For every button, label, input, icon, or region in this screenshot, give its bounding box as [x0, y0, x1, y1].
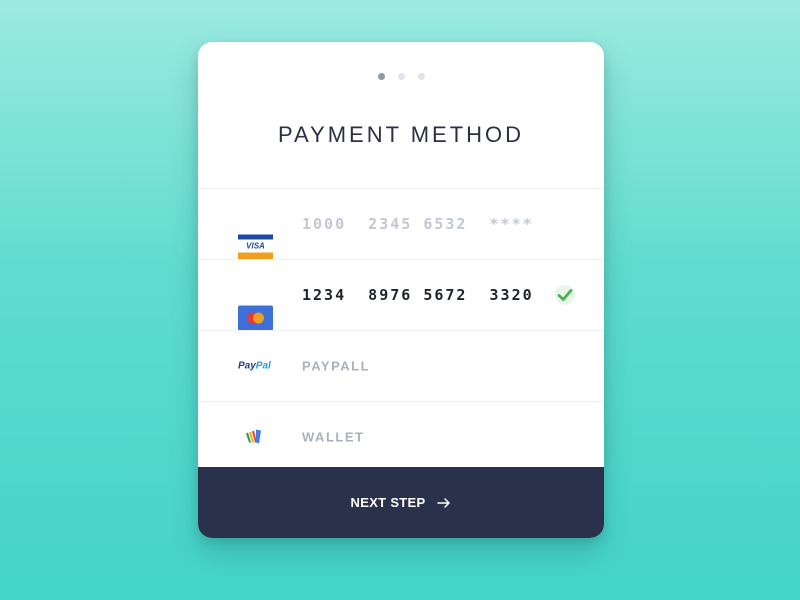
wallet-label: WALLET [302, 429, 365, 445]
check-icon [555, 285, 575, 305]
paypal-label: PAYPALL [302, 358, 371, 374]
payment-option-wallet[interactable]: WALLET [198, 401, 604, 472]
paypal-logo-text-a: Pay [238, 360, 256, 372]
step-indicator [198, 73, 604, 80]
mastercard-icon [238, 305, 273, 330]
payment-option-paypal[interactable]: PayPal PAYPALL [198, 330, 604, 401]
paypal-logo-text-b: Pal [255, 360, 271, 372]
mastercard-card-number: 1234 8976 5672 3320 [302, 286, 534, 304]
payment-option-mastercard[interactable]: 1234 8976 5672 3320 [198, 259, 604, 330]
step-dot-1[interactable] [377, 73, 385, 80]
visa-logo-text: VISA [246, 241, 265, 250]
arrow-right-icon [437, 497, 451, 508]
next-step-label: NEXT STEP [350, 495, 426, 510]
next-step-button[interactable]: NEXT STEP [198, 467, 604, 538]
payment-method-list: VISA 1000 2345 6532 **** 1234 8976 5672 … [198, 188, 604, 472]
visa-card-number: 1000 2345 6532 **** [302, 215, 534, 233]
step-dot-3[interactable] [417, 73, 425, 80]
payment-option-visa[interactable]: VISA 1000 2345 6532 **** [198, 188, 604, 259]
page-title: PAYMENT METHOD [277, 122, 525, 147]
paypal-icon: PayPal [238, 354, 273, 379]
step-dot-2[interactable] [397, 73, 405, 80]
wallet-icon [246, 429, 261, 444]
visa-icon: VISA [238, 234, 273, 259]
payment-card: PAYMENT METHOD VISA 1000 2345 6532 **** … [198, 42, 604, 538]
